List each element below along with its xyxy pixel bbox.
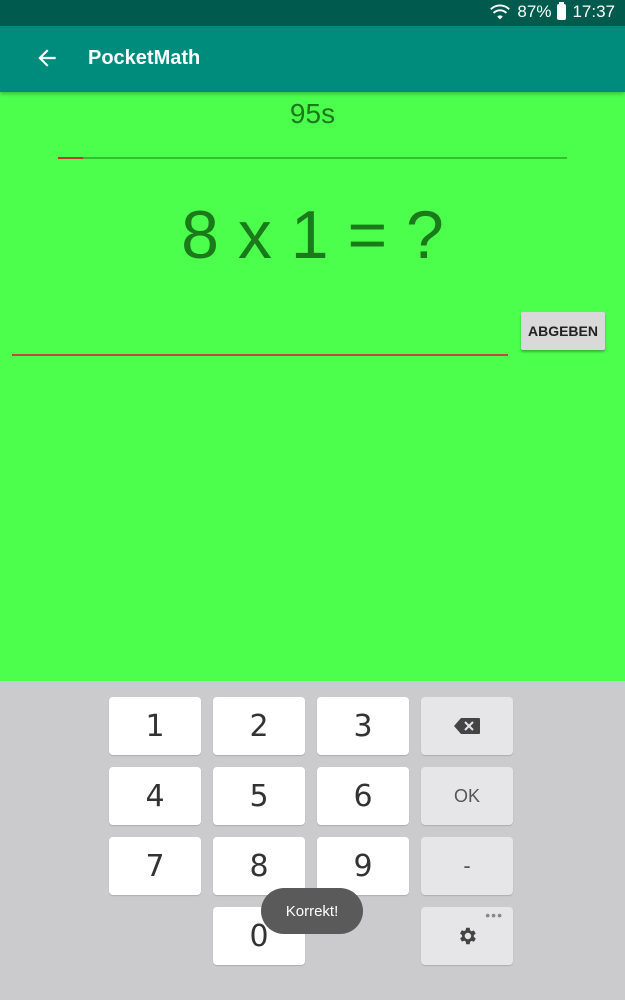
submit-button[interactable]: ABGEBEN: [521, 312, 605, 350]
keyboard-settings-key[interactable]: •••: [421, 907, 513, 965]
key-8[interactable]: 8: [213, 837, 305, 895]
key-3[interactable]: 3: [317, 697, 409, 755]
battery-icon: [557, 2, 567, 20]
numeric-keyboard: 1 2 3 4 5 6 OK 7 8 9 - 0 •••: [0, 681, 625, 1000]
key-6[interactable]: 6: [317, 767, 409, 825]
app-bar: PocketMath: [0, 26, 625, 92]
battery-percent: 87%: [517, 2, 552, 21]
key-4[interactable]: 4: [109, 767, 201, 825]
clock: 17:37: [572, 2, 615, 21]
ok-key[interactable]: OK: [421, 767, 513, 825]
time-progress-fill: [58, 157, 84, 159]
key-9[interactable]: 9: [317, 837, 409, 895]
time-progress-bar: [58, 157, 567, 159]
key-2[interactable]: 2: [213, 697, 305, 755]
gear-icon: [460, 927, 476, 945]
answer-input[interactable]: [12, 318, 508, 356]
countdown-timer: 95s: [289, 98, 336, 129]
back-arrow-icon[interactable]: [34, 45, 60, 71]
status-bar: 87% 17:37: [0, 0, 625, 26]
backspace-icon: [454, 718, 480, 734]
status-indicators: 87% 17:37: [489, 2, 615, 22]
math-question: 8 x 1 = ?: [181, 197, 444, 273]
minus-key[interactable]: -: [421, 837, 513, 895]
key-5[interactable]: 5: [213, 767, 305, 825]
toast-message: Korrekt!: [261, 888, 363, 934]
key-7[interactable]: 7: [109, 837, 201, 895]
backspace-key[interactable]: [421, 697, 513, 755]
wifi-icon: [490, 4, 511, 20]
key-1[interactable]: 1: [109, 697, 201, 755]
more-dots-icon: •••: [485, 907, 503, 923]
app-title: PocketMath: [88, 47, 201, 69]
